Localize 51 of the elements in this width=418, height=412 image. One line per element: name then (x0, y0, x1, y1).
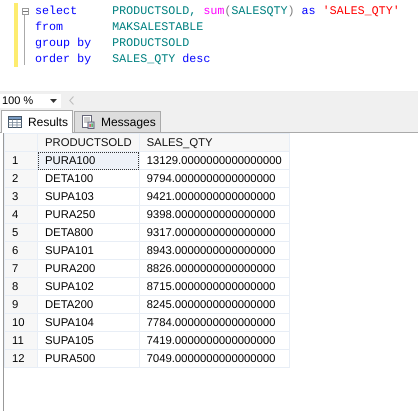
table-cell[interactable]: PURA200 (38, 260, 140, 278)
table-cell[interactable]: 9317.0000000000000000 (139, 224, 290, 242)
table-cell[interactable]: 9421.0000000000000000 (139, 188, 290, 206)
row-header[interactable]: 9 (4, 296, 38, 314)
table-cell[interactable]: 9794.0000000000000000 (139, 170, 290, 188)
code-line: order by SALES_QTY desc (35, 51, 210, 67)
row-header[interactable]: 2 (4, 170, 38, 188)
caret-icon[interactable] (50, 98, 58, 102)
table-cell[interactable]: DETA200 (38, 296, 140, 314)
table-cell[interactable]: DETA800 (38, 224, 140, 242)
row-header[interactable]: 11 (4, 332, 38, 350)
collapse-icon[interactable] (22, 8, 28, 15)
grid-icon (8, 116, 22, 128)
table-cell[interactable]: 9398.0000000000000000 (139, 206, 290, 224)
tab[interactable]: Results (1, 110, 74, 133)
table-cell[interactable]: 7419.0000000000000000 (139, 332, 290, 350)
column-header[interactable]: SALES_QTY (139, 134, 290, 152)
zoom-dropdown[interactable]: 100 % (0, 94, 62, 108)
table-cell[interactable]: 13129.0000000000000000 (139, 152, 290, 170)
row-header[interactable]: 1 (4, 152, 38, 170)
table-cell[interactable]: SUPA104 (38, 314, 140, 332)
row-header[interactable]: 3 (4, 188, 38, 206)
table-cell[interactable]: SUPA101 (38, 242, 140, 260)
tab-label: Messages (101, 115, 156, 129)
table-cell[interactable]: 7784.0000000000000000 (139, 314, 290, 332)
document-icon (81, 115, 96, 129)
row-header[interactable]: 10 (4, 314, 38, 332)
table-cell[interactable]: SUPA102 (38, 278, 140, 296)
row-header[interactable]: 12 (4, 350, 38, 368)
row-header[interactable]: 4 (4, 206, 38, 224)
code-line: from MAKSALESTABLE (35, 19, 204, 35)
table-cell[interactable]: 8943.0000000000000000 (139, 242, 290, 260)
table-cell[interactable]: PURA500 (38, 350, 140, 368)
table-cell[interactable]: SUPA105 (38, 332, 140, 350)
table-cell[interactable]: 8715.0000000000000000 (139, 278, 290, 296)
code-line: select PRODUCTSOLD, sum(SALESQTY) as 'SALES_QTY' (35, 3, 400, 19)
table-cell[interactable]: PURA250 (38, 206, 140, 224)
tab-label: Results (28, 115, 68, 129)
row-header[interactable]: 8 (4, 278, 38, 296)
row-header[interactable]: 7 (4, 260, 38, 278)
table-cell[interactable]: DETA100 (38, 170, 140, 188)
table-cell[interactable]: SUPA103 (38, 188, 140, 206)
table-cell[interactable]: 7049.0000000000000000 (139, 350, 290, 368)
row-header[interactable]: 6 (4, 242, 38, 260)
table-cell[interactable]: PURA100 (38, 152, 140, 170)
row-header[interactable]: 5 (4, 224, 38, 242)
table-cell[interactable]: 8826.0000000000000000 (139, 260, 290, 278)
tab[interactable]: Messages (74, 111, 161, 132)
code-line: group by PRODUCTSOLD (35, 35, 190, 51)
column-header[interactable]: PRODUCTSOLD (38, 134, 140, 152)
table-cell[interactable]: 8245.0000000000000000 (139, 296, 290, 314)
